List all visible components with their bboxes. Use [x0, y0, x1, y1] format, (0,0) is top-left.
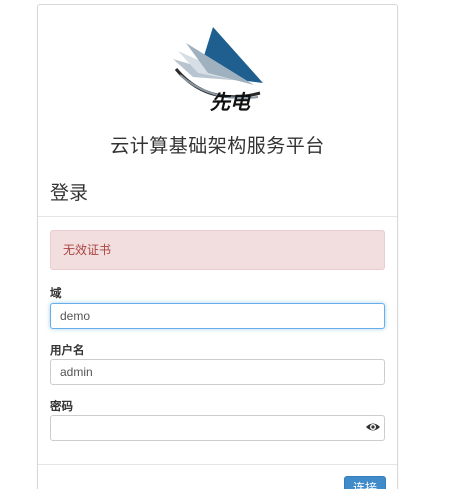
logo-text: 先电	[210, 90, 252, 113]
username-label: 用户名	[50, 345, 85, 357]
password-input[interactable]	[50, 415, 385, 441]
username-input[interactable]	[50, 359, 385, 385]
connect-button[interactable]: 连接	[344, 476, 386, 489]
footer-divider	[38, 464, 397, 465]
domain-label: 域	[50, 288, 62, 300]
company-logo: 先电	[168, 23, 268, 113]
logo-graphic: 先电	[173, 27, 263, 113]
login-heading: 登录	[50, 183, 89, 204]
password-field	[50, 415, 385, 441]
login-panel: 先电 云计算基础架构服务平台 登录 无效证书 域 用户名 密码 连接	[37, 4, 398, 489]
login-page: 先电 云计算基础架构服务平台 登录 无效证书 域 用户名 密码 连接	[0, 0, 474, 489]
header-divider	[38, 216, 397, 217]
eye-icon[interactable]	[365, 419, 381, 435]
platform-title: 云计算基础架构服务平台	[110, 136, 325, 157]
domain-input[interactable]	[50, 303, 385, 329]
error-alert: 无效证书	[50, 230, 385, 270]
password-label: 密码	[50, 401, 73, 413]
